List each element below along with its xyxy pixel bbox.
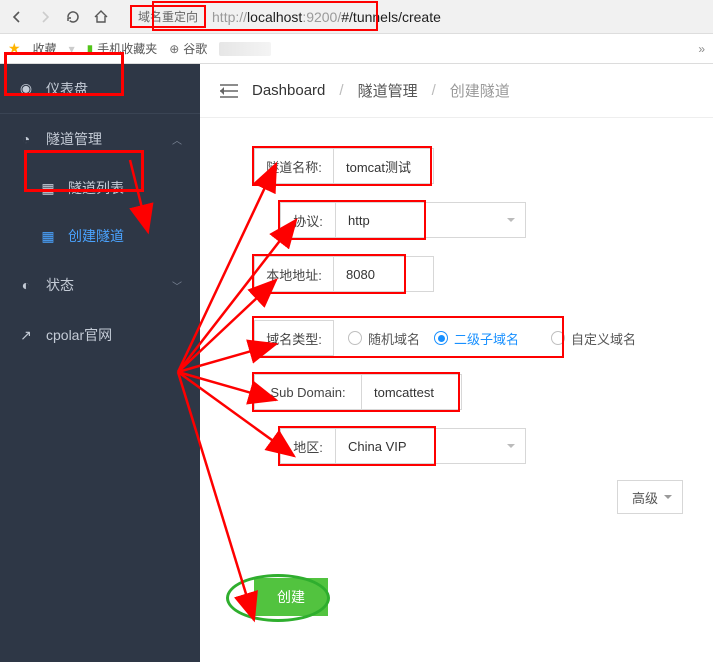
radio-random-domain[interactable]: 随机域名 bbox=[348, 329, 420, 348]
address-bar[interactable]: 域名重定向 http://localhost:9200/#/tunnels/cr… bbox=[124, 4, 705, 30]
sidebar-item-tunnels[interactable]: ◔ 隧道管理 ︿ bbox=[0, 114, 200, 164]
input-subdomain[interactable]: tomcattest bbox=[362, 374, 462, 410]
browser-nav-bar: 域名重定向 http://localhost:9200/#/tunnels/cr… bbox=[0, 0, 713, 34]
sidebar-label: 状态 bbox=[46, 275, 74, 295]
select-protocol[interactable]: http bbox=[336, 202, 526, 238]
label-tunnel-name: 隧道名称: bbox=[254, 148, 334, 184]
forward-button[interactable] bbox=[36, 8, 54, 26]
row-tunnel-name: 隧道名称: tomcat测试 bbox=[254, 148, 693, 184]
home-button[interactable] bbox=[92, 8, 110, 26]
star-icon: ★ bbox=[8, 40, 21, 57]
row-protocol: 协议: http bbox=[280, 202, 693, 238]
radio-dot-icon bbox=[348, 331, 362, 345]
row-region: 地区: China VIP bbox=[280, 428, 693, 464]
bookmark-bar: ★ 收藏 ▾ ▮ 手机收藏夹 ⊕ 谷歌 » bbox=[0, 34, 713, 64]
bookmark-blurred bbox=[219, 42, 271, 56]
status-icon: ◐ bbox=[18, 277, 34, 293]
globe-icon: ⊕ bbox=[169, 42, 179, 56]
bookmark-google[interactable]: ⊕ 谷歌 bbox=[169, 40, 207, 57]
radio-dot-icon bbox=[434, 331, 448, 345]
sidebar-item-tunnel-list[interactable]: ▦ 隧道列表 bbox=[0, 164, 200, 212]
sidebar-label: 隧道管理 bbox=[46, 129, 102, 149]
content-area: Dashboard / 隧道管理 / 创建隧道 隧道名称: tomcat测试 协… bbox=[200, 64, 713, 662]
url-text: http://localhost:9200/#/tunnels/create bbox=[212, 9, 441, 25]
chevron-down-icon: ﹀ bbox=[172, 278, 182, 293]
bookmark-mobile[interactable]: ▮ 手机收藏夹 bbox=[87, 40, 158, 57]
breadcrumb: Dashboard / 隧道管理 / 创建隧道 bbox=[200, 64, 713, 118]
sidebar-item-status[interactable]: ◐ 状态 ﹀ bbox=[0, 260, 200, 310]
redirect-tag: 域名重定向 bbox=[130, 5, 206, 28]
dashboard-icon: ◉ bbox=[18, 80, 34, 97]
input-tunnel-name[interactable]: tomcat测试 bbox=[334, 148, 434, 184]
create-button[interactable]: 创建 bbox=[254, 578, 328, 616]
menu-toggle-icon[interactable] bbox=[220, 84, 238, 98]
back-button[interactable] bbox=[8, 8, 26, 26]
phone-icon: ▮ bbox=[87, 42, 94, 56]
sidebar-item-cpolar-site[interactable]: ↗ cpolar官网 bbox=[0, 310, 200, 360]
advanced-button[interactable]: 高级 bbox=[617, 480, 683, 514]
bookmark-overflow-icon[interactable]: » bbox=[698, 42, 705, 56]
create-icon: ▦ bbox=[40, 228, 56, 245]
sidebar: ◉ 仪表盘 ◔ 隧道管理 ︿ ▦ 隧道列表 ▦ 创建隧道 ◐ 状态 ﹀ ↗ cp… bbox=[0, 64, 200, 662]
sidebar-label: 创建隧道 bbox=[68, 226, 124, 246]
label-local-addr: 本地地址: bbox=[254, 256, 334, 292]
tunnels-icon: ◔ bbox=[18, 131, 34, 147]
form-area: 隧道名称: tomcat测试 协议: http 本地地址: 8080 域名类型: bbox=[200, 118, 713, 616]
breadcrumb-dashboard[interactable]: Dashboard bbox=[252, 82, 325, 99]
sidebar-label: 隧道列表 bbox=[68, 178, 124, 198]
radio-dot-icon bbox=[551, 331, 565, 345]
label-region: 地区: bbox=[280, 428, 336, 464]
input-local-addr[interactable]: 8080 bbox=[334, 256, 434, 292]
row-local-addr: 本地地址: 8080 bbox=[254, 256, 693, 292]
sidebar-item-dashboard[interactable]: ◉ 仪表盘 bbox=[0, 64, 200, 114]
breadcrumb-last: 创建隧道 bbox=[450, 80, 510, 101]
breadcrumb-mid[interactable]: 隧道管理 bbox=[358, 80, 418, 101]
sidebar-item-create-tunnel[interactable]: ▦ 创建隧道 bbox=[0, 212, 200, 260]
label-protocol: 协议: bbox=[280, 202, 336, 238]
chevron-down-icon bbox=[664, 495, 672, 503]
radio-subdomain[interactable]: 二级子域名 bbox=[434, 329, 519, 348]
external-link-icon: ↗ bbox=[18, 327, 34, 344]
label-subdomain: Sub Domain: bbox=[254, 374, 362, 410]
chevron-up-icon: ︿ bbox=[172, 132, 182, 147]
reload-button[interactable] bbox=[64, 8, 82, 26]
label-domain-type: 域名类型: bbox=[254, 320, 334, 356]
row-subdomain: Sub Domain: tomcattest bbox=[254, 374, 693, 410]
favorites-label[interactable]: 收藏 bbox=[33, 40, 57, 57]
row-domain-type: 域名类型: 随机域名 二级子域名 自定义域名 bbox=[254, 320, 693, 356]
radio-custom-domain[interactable]: 自定义域名 bbox=[551, 329, 636, 348]
select-region[interactable]: China VIP bbox=[336, 428, 526, 464]
sidebar-label: 仪表盘 bbox=[46, 79, 88, 99]
list-icon: ▦ bbox=[40, 180, 56, 197]
sidebar-label: cpolar官网 bbox=[46, 325, 112, 345]
